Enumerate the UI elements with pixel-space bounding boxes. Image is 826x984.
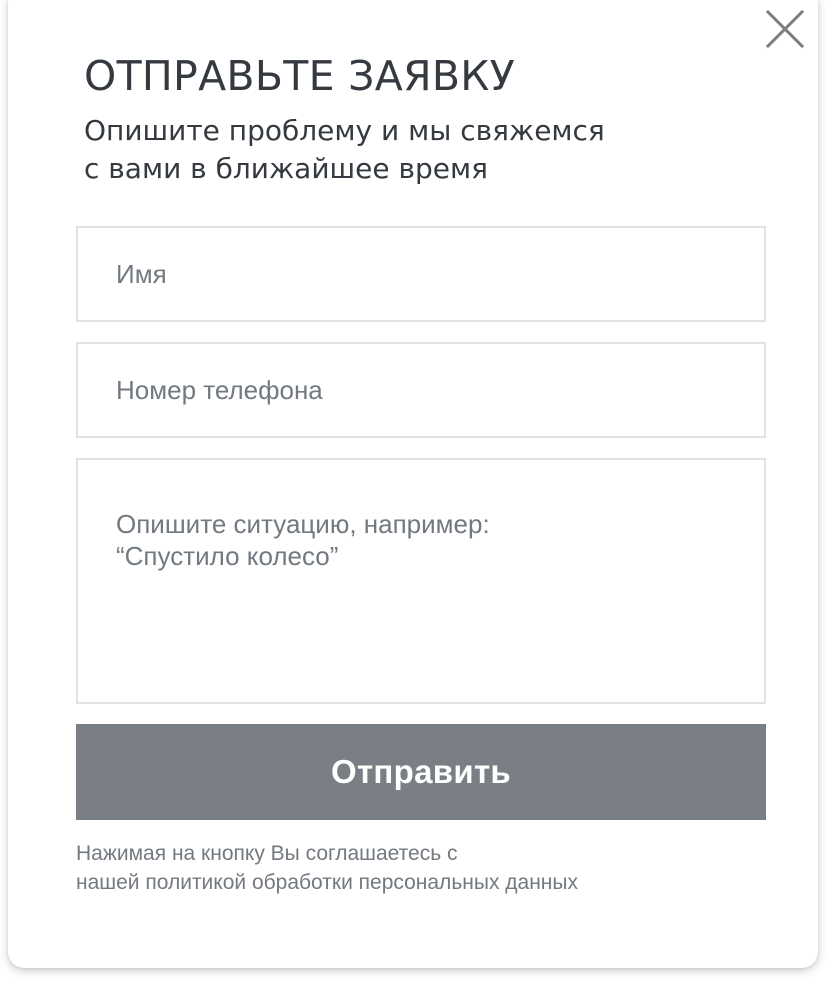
close-button[interactable] xyxy=(765,9,805,49)
dialog-subtitle: Опишите проблему и мы свяжемся с вами в … xyxy=(84,112,704,188)
consent-line-1: Нажимая на кнопку Вы соглашаетесь с xyxy=(76,842,458,865)
dialog-title: ОТПРАВЬТЕ ЗАЯВКУ xyxy=(84,52,515,100)
close-icon[interactable] xyxy=(765,9,805,49)
phone-input[interactable] xyxy=(76,342,766,438)
request-dialog: ОТПРАВЬТЕ ЗАЯВКУ Опишите проблему и мы с… xyxy=(8,0,818,968)
dialog-subtitle-line-2: с вами в ближайшее время xyxy=(84,152,488,185)
consent-notice: Нажимая на кнопку Вы соглашаетесь с наше… xyxy=(76,839,716,897)
consent-line-2: нашей политикой обработки персональных д… xyxy=(76,871,579,894)
submit-button[interactable]: Отправить xyxy=(76,724,766,820)
name-input[interactable] xyxy=(76,226,766,322)
message-textarea[interactable] xyxy=(76,458,766,704)
dialog-subtitle-line-1: Опишите проблему и мы свяжемся xyxy=(84,114,605,147)
